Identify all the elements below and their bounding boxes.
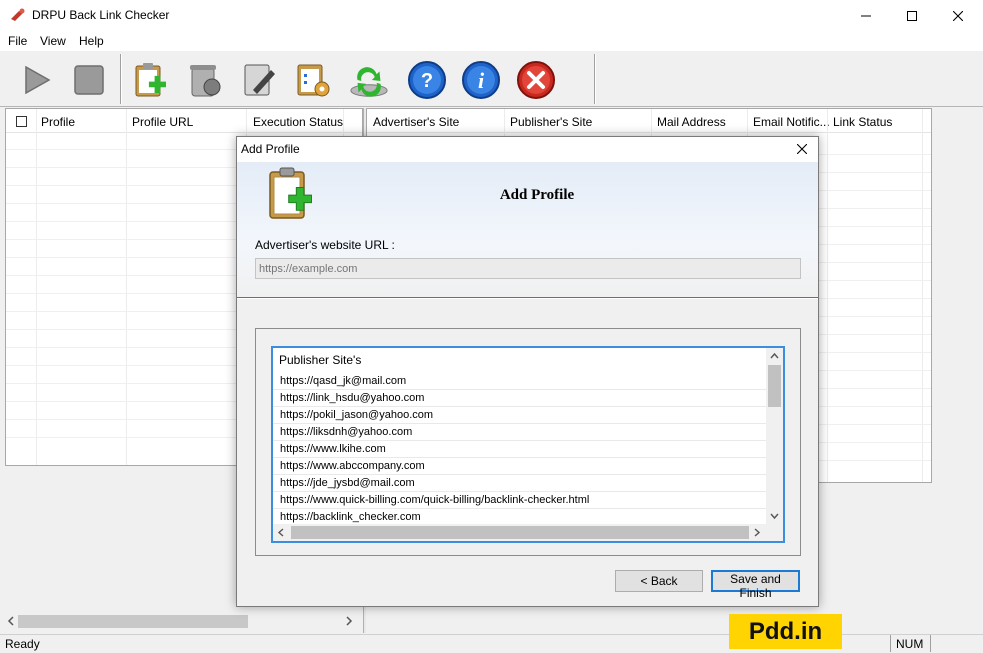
help-icon: ? <box>408 61 446 99</box>
refresh-icon <box>350 67 388 97</box>
list-item[interactable]: https://link_hsdu@yahoo.com <box>273 390 766 407</box>
grid-line <box>126 109 127 465</box>
publisher-horizontal-scrollbar-thumb[interactable] <box>291 526 749 539</box>
chevron-right-icon <box>346 616 353 626</box>
advertiser-url-input[interactable] <box>255 258 801 279</box>
play-icon <box>25 65 51 95</box>
help-button[interactable]: ? <box>406 59 448 101</box>
maximize-icon <box>907 10 917 21</box>
close-icon <box>953 10 963 21</box>
profile-grid-header: Profile Profile URL Execution Status <box>6 109 362 133</box>
column-profile-url[interactable]: Profile URL <box>132 115 193 129</box>
publisher-vertical-scrollbar-thumb[interactable] <box>768 365 781 407</box>
edit-profile-button[interactable] <box>238 59 280 101</box>
app-icon <box>10 8 26 22</box>
column-mail-address[interactable]: Mail Address <box>657 115 726 129</box>
status-divider <box>930 635 931 652</box>
menu-view[interactable]: View <box>40 34 66 48</box>
dialog-title: Add Profile <box>241 142 300 156</box>
close-icon <box>797 144 807 154</box>
menu-help[interactable]: Help <box>79 34 104 48</box>
minimize-button[interactable] <box>843 0 889 31</box>
dialog-heading: Add Profile <box>499 187 575 203</box>
column-email-notification[interactable]: Email Notific... <box>753 115 830 129</box>
list-item[interactable]: https://www.quick-billing.com/quick-bill… <box>273 492 766 509</box>
edit-profile-icon <box>244 64 275 96</box>
maximize-button[interactable] <box>889 0 935 31</box>
list-item[interactable]: https://www.abccompany.com <box>273 458 766 475</box>
scroll-right-arrow[interactable] <box>344 614 354 631</box>
toolbar-separator <box>120 54 122 104</box>
chevron-right-icon <box>754 528 761 537</box>
horizontal-scrollbar-thumb[interactable] <box>18 615 248 628</box>
stop-icon <box>74 65 104 95</box>
grid-line <box>36 109 37 465</box>
stop-button[interactable] <box>68 59 110 101</box>
menu-file[interactable]: File <box>8 34 27 48</box>
watermark-logo: Pdd.in <box>729 614 842 649</box>
list-item[interactable]: https://liksdnh@yahoo.com <box>273 424 766 441</box>
add-profile-icon <box>135 63 166 97</box>
dialog-title-bar <box>237 137 818 162</box>
settings-icon <box>297 64 330 97</box>
column-execution-status[interactable]: Execution Status <box>253 115 343 129</box>
menu-bar: File View Help <box>0 31 983 51</box>
list-item[interactable]: https://jde_jysbd@mail.com <box>273 475 766 492</box>
add-profile-icon <box>266 165 324 223</box>
svg-text:i: i <box>478 68 485 93</box>
dialog-separator <box>237 297 818 299</box>
grid-line <box>922 109 923 482</box>
column-publishers-site[interactable]: Publisher's Site <box>510 115 592 129</box>
close-window-button[interactable] <box>935 0 981 31</box>
exit-icon <box>517 61 555 99</box>
grid-line <box>827 109 828 482</box>
select-all-checkbox[interactable] <box>16 116 27 127</box>
list-item[interactable]: https://qasd_jk@mail.com <box>273 373 766 390</box>
list-item[interactable]: https://pokil_jason@yahoo.com <box>273 407 766 424</box>
toolbar-separator <box>594 54 596 104</box>
column-advertisers-site[interactable]: Advertiser's Site <box>373 115 459 129</box>
save-and-finish-button[interactable]: Save and Finish <box>711 570 800 600</box>
info-icon: i <box>462 61 500 99</box>
publisher-list-header: Publisher Site's <box>279 353 362 367</box>
start-button[interactable] <box>15 59 57 101</box>
delete-profile-icon <box>190 65 221 97</box>
add-profile-button[interactable] <box>130 59 172 101</box>
minimize-icon <box>861 15 871 16</box>
publisher-list[interactable]: Publisher Site's https://qasd_jk@mail.co… <box>271 346 785 543</box>
dialog-close-button[interactable] <box>788 138 816 160</box>
num-lock-indicator: NUM <box>896 637 924 651</box>
chevron-up-icon <box>770 352 779 359</box>
advertiser-url-label: Advertiser's website URL : <box>255 238 395 252</box>
refresh-button[interactable] <box>348 59 390 101</box>
status-text: Ready <box>5 637 40 651</box>
delete-profile-button[interactable] <box>184 59 226 101</box>
list-item[interactable]: https://www.lkihe.com <box>273 441 766 458</box>
publisher-horizontal-scrollbar[interactable] <box>273 524 783 541</box>
svg-text:?: ? <box>421 70 433 92</box>
chevron-left-icon <box>7 616 14 626</box>
column-link-status[interactable]: Link Status <box>833 115 892 129</box>
column-profile[interactable]: Profile <box>41 115 75 129</box>
settings-button[interactable] <box>292 59 334 101</box>
chevron-left-icon <box>277 528 284 537</box>
scroll-left-arrow[interactable] <box>6 614 16 631</box>
info-button[interactable]: i <box>460 59 502 101</box>
status-divider <box>890 635 891 652</box>
chevron-down-icon <box>770 513 779 520</box>
back-button[interactable]: < Back <box>615 570 703 592</box>
exit-button[interactable] <box>515 59 557 101</box>
results-grid-header: Advertiser's Site Publisher's Site Mail … <box>367 109 931 133</box>
window-title: DRPU Back Link Checker <box>32 8 170 22</box>
